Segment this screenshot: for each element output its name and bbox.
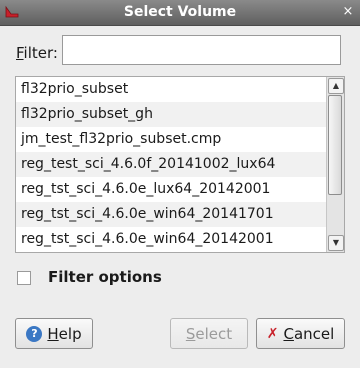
filter-label: Filter: — [16, 44, 58, 62]
help-icon: ? — [26, 325, 43, 342]
filter-input[interactable] — [62, 35, 341, 65]
scroll-up-icon[interactable]: ▲ — [328, 78, 344, 94]
list-item[interactable]: reg_tst_sci_4.6.0e_lux64_20142001 — [16, 177, 326, 202]
filter-label-mnemonic: F — [16, 44, 24, 62]
list-item[interactable]: reg_tst_sci_4.6.0e_win64_20141701 — [16, 202, 326, 227]
select-label: Select — [186, 325, 232, 343]
select-button[interactable]: Select — [170, 318, 248, 349]
cancel-mnemonic: C — [283, 324, 294, 343]
help-label: Help — [47, 325, 81, 343]
list-item[interactable]: reg_tst_sci_4.6.0e_win64_20142001 — [16, 227, 326, 252]
cancel-label-rest: ancel — [293, 324, 335, 343]
list-item[interactable]: fl32prio_subset — [16, 77, 326, 102]
scrollbar-thumb[interactable] — [328, 95, 342, 195]
volume-list[interactable]: fl32prio_subset fl32prio_subset_gh jm_test… — [15, 76, 345, 253]
filter-options-checkbox[interactable] — [17, 271, 31, 285]
list-item[interactable]: fl32prio_subset_gh — [16, 102, 326, 127]
list-item[interactable]: jm_test_fl32prio_subset.cmp — [16, 127, 326, 152]
select-mnemonic: S — [185, 324, 196, 343]
title-bar: Select Volume × — [0, 0, 360, 26]
help-mnemonic: H — [47, 324, 59, 343]
help-label-rest: elp — [58, 324, 82, 343]
list-item[interactable]: reg_test_sci_4.6.0f_20141002_lux64 — [16, 152, 326, 177]
scroll-down-icon[interactable]: ▼ — [328, 235, 344, 251]
close-icon[interactable]: × — [340, 4, 356, 20]
select-label-rest: elect — [195, 324, 233, 343]
cancel-label: Cancel — [283, 325, 334, 343]
filter-options-label: Filter options — [48, 268, 162, 286]
help-button[interactable]: ? Help — [15, 318, 93, 349]
window-title: Select Volume — [123, 4, 237, 20]
vertical-scrollbar[interactable]: ▲ ▼ — [326, 77, 344, 252]
cancel-button[interactable]: ✗ Cancel — [256, 318, 345, 349]
cancel-icon: ✗ — [266, 325, 279, 342]
volume-list-rows: fl32prio_subset fl32prio_subset_gh jm_test… — [16, 77, 326, 252]
filter-label-rest: ilter: — [23, 44, 58, 62]
